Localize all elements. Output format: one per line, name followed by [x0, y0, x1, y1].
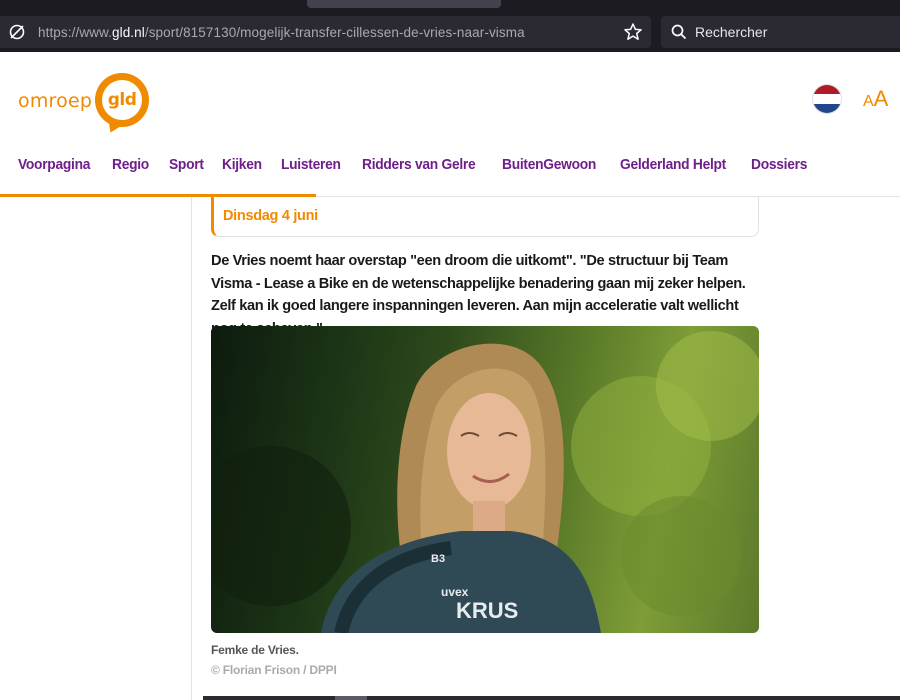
horizontal-scrollbar[interactable]	[203, 696, 900, 700]
nav-item-ridders-van-gelre[interactable]: Ridders van Gelre	[362, 156, 476, 173]
search-placeholder: Rechercher	[695, 24, 768, 40]
date-label: Dinsdag 4 juni	[223, 208, 318, 224]
bookmark-star-icon[interactable]	[623, 22, 643, 42]
nav-item-dossiers[interactable]: Dossiers	[751, 156, 807, 173]
browser-toolbar: https://www.gld.nl/sport/8157130/mogelij…	[0, 0, 900, 52]
svg-text:uvex: uvex	[441, 585, 469, 599]
nav-item-buitengewoon[interactable]: BuitenGewoon	[502, 156, 596, 173]
logo-word: omroep	[18, 90, 93, 112]
address-bar[interactable]: https://www.gld.nl/sport/8157130/mogelij…	[0, 16, 651, 48]
article-photo[interactable]: KRUS uvex B3	[211, 326, 759, 633]
omroep-gld-logo[interactable]: omroep gld	[18, 73, 150, 136]
nav-item-gelderland-helpt[interactable]: Gelderland Helpt	[620, 156, 726, 173]
search-icon	[670, 23, 688, 41]
site-header: omroep gld AA Voorpagina Regio Sport Kij…	[0, 52, 900, 197]
main-navigation: Voorpagina Regio Sport Kijken Luisteren …	[18, 156, 828, 173]
nav-item-luisteren[interactable]: Luisteren	[281, 156, 341, 173]
logo-mark: gld	[95, 73, 150, 136]
scrollbar-thumb[interactable]	[335, 696, 367, 700]
dutch-flag-icon[interactable]	[813, 85, 841, 113]
nav-item-kijken[interactable]: Kijken	[222, 156, 262, 173]
nav-item-voorpagina[interactable]: Voorpagina	[18, 156, 90, 173]
photo-caption: Femke de Vries.	[211, 643, 299, 657]
search-bar[interactable]: Rechercher	[661, 16, 900, 48]
svg-text:KRUS: KRUS	[456, 598, 518, 623]
font-size-toggle[interactable]: AA	[863, 86, 888, 112]
svg-text:B3: B3	[431, 553, 445, 565]
photo-credit: © Florian Frison / DPPI	[211, 663, 337, 677]
nav-item-regio[interactable]: Regio	[112, 156, 149, 173]
liveblog-date-header: Dinsdag 4 juni	[211, 197, 759, 237]
column-divider	[191, 197, 192, 700]
tracking-protection-icon[interactable]	[6, 21, 28, 43]
active-tab[interactable]	[307, 0, 501, 8]
nav-item-sport[interactable]: Sport	[169, 156, 204, 173]
url-text[interactable]: https://www.gld.nl/sport/8157130/mogelij…	[38, 25, 525, 40]
